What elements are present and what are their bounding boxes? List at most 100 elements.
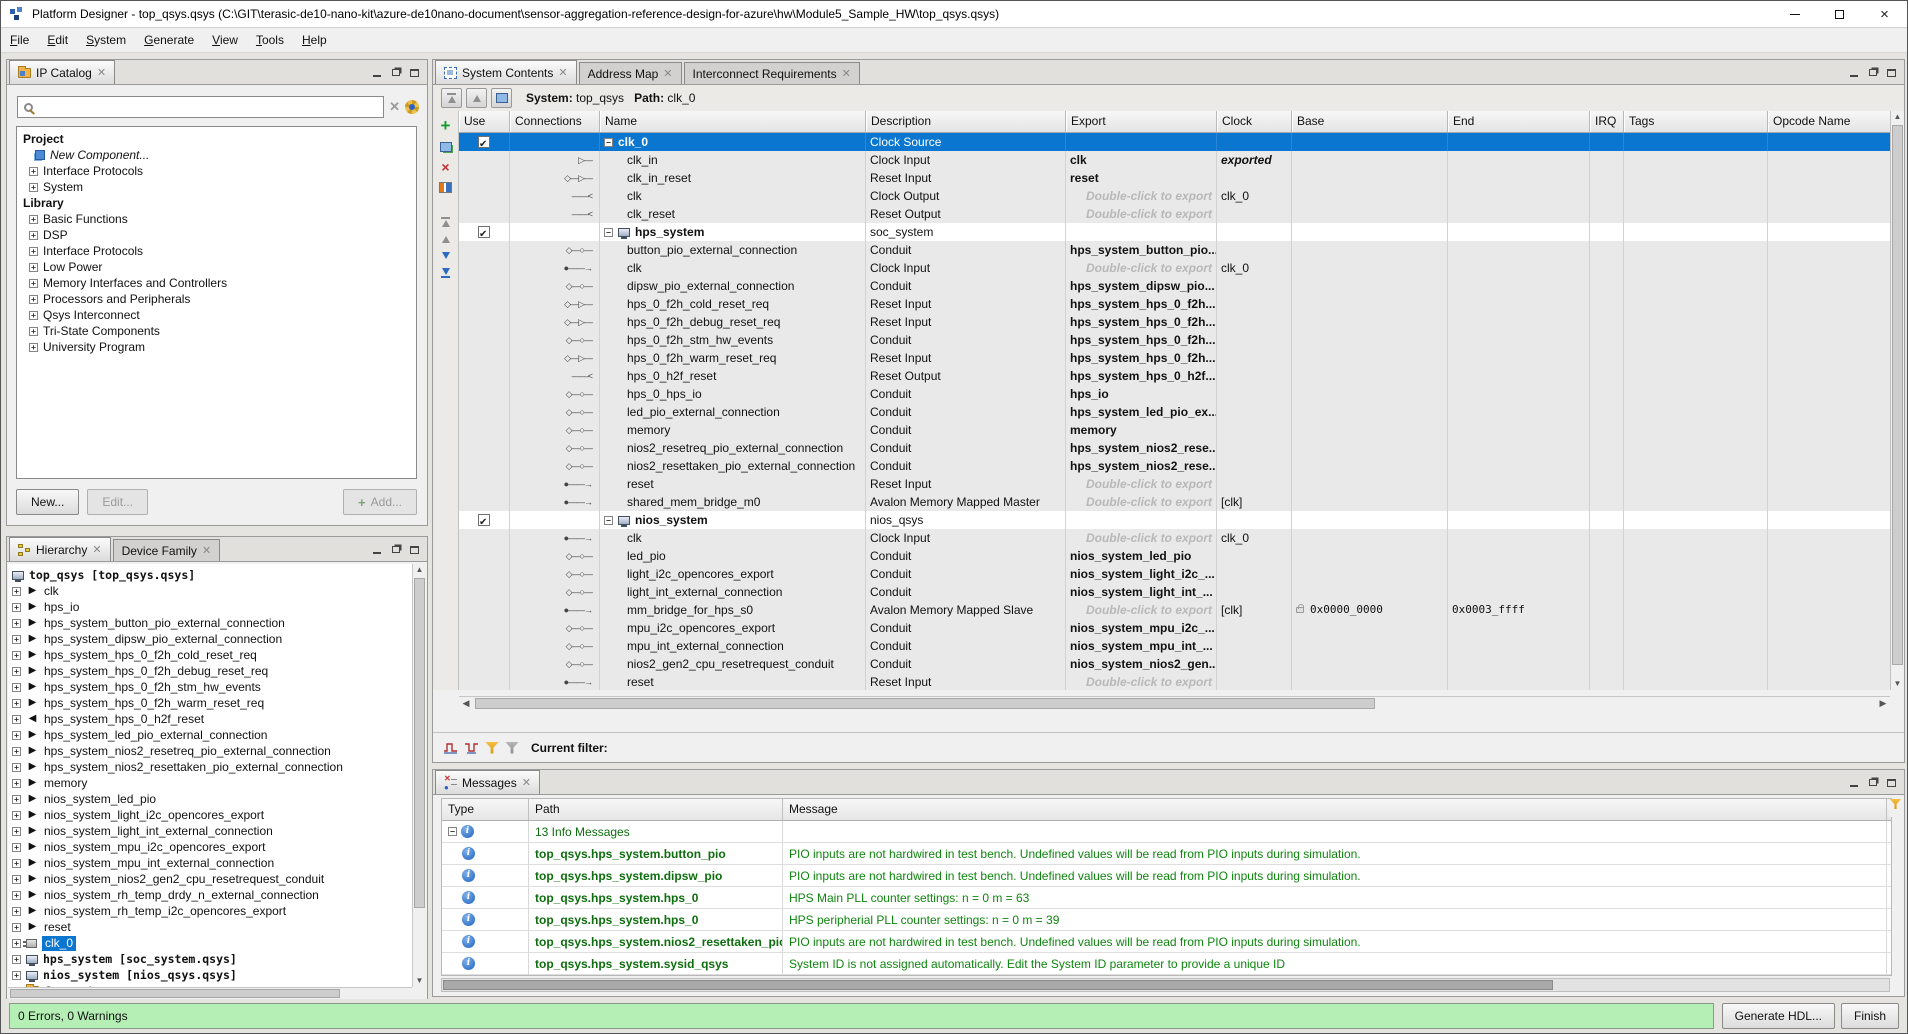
- name-cell[interactable]: reset: [600, 475, 866, 493]
- name-cell[interactable]: nios2_resettaken_pio_external_connection: [600, 457, 866, 475]
- use-cell[interactable]: [459, 637, 510, 655]
- export-cell[interactable]: hps_system_hps_0_f2h...: [1066, 295, 1217, 313]
- connections-cell[interactable]: ◇—▷—: [510, 295, 600, 313]
- panel-minimize-icon[interactable]: [1847, 67, 1860, 78]
- menu-file[interactable]: File: [1, 28, 38, 52]
- export-cell[interactable]: [1066, 223, 1217, 241]
- name-cell[interactable]: mpu_i2c_opencores_export: [600, 619, 866, 637]
- column-header-end[interactable]: End: [1448, 111, 1590, 132]
- opcode-cell[interactable]: [1768, 601, 1892, 619]
- name-cell[interactable]: −hps_system: [600, 223, 866, 241]
- ip-catalog-item[interactable]: +Interface Protocols: [17, 243, 416, 259]
- irq-cell[interactable]: [1590, 421, 1624, 439]
- tags-cell[interactable]: [1624, 331, 1768, 349]
- hierarchy-vertical-scrollbar[interactable]: ▲ ▼: [412, 564, 426, 987]
- clock-cell[interactable]: [1217, 241, 1292, 259]
- tab-system-contents[interactable]: System Contents ✕: [435, 60, 577, 84]
- name-cell[interactable]: hps_0_f2h_debug_reset_req: [600, 313, 866, 331]
- tags-cell[interactable]: [1624, 637, 1768, 655]
- export-cell[interactable]: memory: [1066, 421, 1217, 439]
- connections-cell[interactable]: ◇—○—: [510, 439, 600, 457]
- tags-cell[interactable]: [1624, 169, 1768, 187]
- clock-cell[interactable]: [1217, 367, 1292, 385]
- hierarchy-item[interactable]: +▶nios_system_light_int_external_connect…: [12, 823, 412, 839]
- hierarchy-item[interactable]: +nios_system [nios_qsys.qsys]: [12, 967, 412, 983]
- base-cell[interactable]: [1292, 187, 1448, 205]
- column-header-name[interactable]: Name: [600, 111, 866, 132]
- expander-icon[interactable]: +: [29, 231, 38, 240]
- move-top-icon[interactable]: [441, 217, 450, 227]
- export-cell[interactable]: Double-click to export: [1066, 259, 1217, 277]
- expander-icon[interactable]: +: [29, 215, 38, 224]
- tags-cell[interactable]: [1624, 619, 1768, 637]
- close-tab-icon[interactable]: ✕: [522, 776, 531, 789]
- export-cell[interactable]: nios_system_light_i2c_...: [1066, 565, 1217, 583]
- ip-catalog-item[interactable]: New Component...: [17, 147, 416, 163]
- end-cell[interactable]: [1448, 223, 1590, 241]
- clock-cell[interactable]: [1217, 583, 1292, 601]
- use-cell[interactable]: [459, 133, 510, 151]
- base-cell[interactable]: [1292, 619, 1448, 637]
- hierarchy-item[interactable]: +▶nios_system_mpu_int_external_connectio…: [12, 855, 412, 871]
- export-cell[interactable]: nios_system_mpu_int_...: [1066, 637, 1217, 655]
- name-cell[interactable]: dipsw_pio_external_connection: [600, 277, 866, 295]
- table-row[interactable]: −nios_systemnios_qsys: [459, 511, 1892, 529]
- messages-horizontal-scrollbar[interactable]: [441, 978, 1890, 992]
- expander-icon[interactable]: +: [29, 279, 38, 288]
- expander-icon[interactable]: +: [12, 859, 21, 868]
- irq-cell[interactable]: [1590, 493, 1624, 511]
- use-cell[interactable]: [459, 457, 510, 475]
- irq-cell[interactable]: [1590, 259, 1624, 277]
- minimize-button[interactable]: [1772, 1, 1817, 27]
- base-cell[interactable]: [1292, 133, 1448, 151]
- table-row[interactable]: ●——→shared_mem_bridge_m0Avalon Memory Ma…: [459, 493, 1892, 511]
- end-cell[interactable]: 0x0003_ffff: [1448, 601, 1590, 619]
- name-cell[interactable]: mm_bridge_for_hps_s0: [600, 601, 866, 619]
- add-component-icon[interactable]: +: [441, 119, 451, 133]
- table-vertical-scrollbar[interactable]: ▲ ▼: [1890, 111, 1904, 690]
- add-button[interactable]: +Add...: [343, 489, 417, 515]
- panel-float-icon[interactable]: [1866, 777, 1879, 788]
- irq-cell[interactable]: [1590, 187, 1624, 205]
- close-tab-icon[interactable]: ✕: [92, 543, 101, 556]
- message-row[interactable]: top_qsys.hps_system.hps_0HPS peripherial…: [442, 909, 1891, 931]
- hierarchy-item[interactable]: +▶hps_system_hps_0_f2h_stm_hw_events: [12, 679, 412, 695]
- connections-cell[interactable]: ◇—○—: [510, 655, 600, 673]
- expander-icon[interactable]: −: [604, 138, 613, 147]
- new-button[interactable]: New...: [16, 489, 79, 515]
- table-row[interactable]: −hps_systemsoc_system: [459, 223, 1892, 241]
- export-cell[interactable]: Double-click to export: [1066, 529, 1217, 547]
- clock-cell[interactable]: [1217, 673, 1292, 690]
- end-cell[interactable]: [1448, 457, 1590, 475]
- export-cell[interactable]: nios_system_nios2_gen...: [1066, 655, 1217, 673]
- table-row[interactable]: ●——→resetReset InputDouble-click to expo…: [459, 673, 1892, 690]
- connections-cell[interactable]: ——<: [510, 367, 600, 385]
- tags-cell[interactable]: [1624, 295, 1768, 313]
- opcode-cell[interactable]: [1768, 529, 1892, 547]
- tags-cell[interactable]: [1624, 673, 1768, 690]
- panel-float-icon[interactable]: [389, 544, 402, 555]
- base-cell[interactable]: [1292, 331, 1448, 349]
- hierarchy-item[interactable]: +▶hps_system_hps_0_f2h_debug_reset_req: [12, 663, 412, 679]
- table-row[interactable]: ——<hps_0_h2f_resetReset Outputhps_system…: [459, 367, 1892, 385]
- messages-filter-icon[interactable]: [1889, 799, 1902, 817]
- close-tab-icon[interactable]: ✕: [558, 66, 567, 79]
- tab-ip-catalog[interactable]: IP Catalog ✕: [9, 60, 115, 84]
- connections-cell[interactable]: ●——→: [510, 259, 600, 277]
- edit-button[interactable]: Edit...: [87, 489, 148, 515]
- base-cell[interactable]: [1292, 565, 1448, 583]
- opcode-cell[interactable]: [1768, 205, 1892, 223]
- tags-cell[interactable]: [1624, 349, 1768, 367]
- hierarchy-item[interactable]: +▶hps_io: [12, 599, 412, 615]
- export-cell[interactable]: Double-click to export: [1066, 475, 1217, 493]
- tags-cell[interactable]: [1624, 259, 1768, 277]
- hierarchy-item[interactable]: +▶memory: [12, 775, 412, 791]
- end-cell[interactable]: [1448, 511, 1590, 529]
- column-header-base[interactable]: Base: [1292, 111, 1448, 132]
- use-cell[interactable]: [459, 439, 510, 457]
- end-cell[interactable]: [1448, 565, 1590, 583]
- use-cell[interactable]: [459, 187, 510, 205]
- ip-catalog-item[interactable]: Library: [17, 195, 416, 211]
- export-cell[interactable]: Double-click to export: [1066, 205, 1217, 223]
- name-cell[interactable]: light_i2c_opencores_export: [600, 565, 866, 583]
